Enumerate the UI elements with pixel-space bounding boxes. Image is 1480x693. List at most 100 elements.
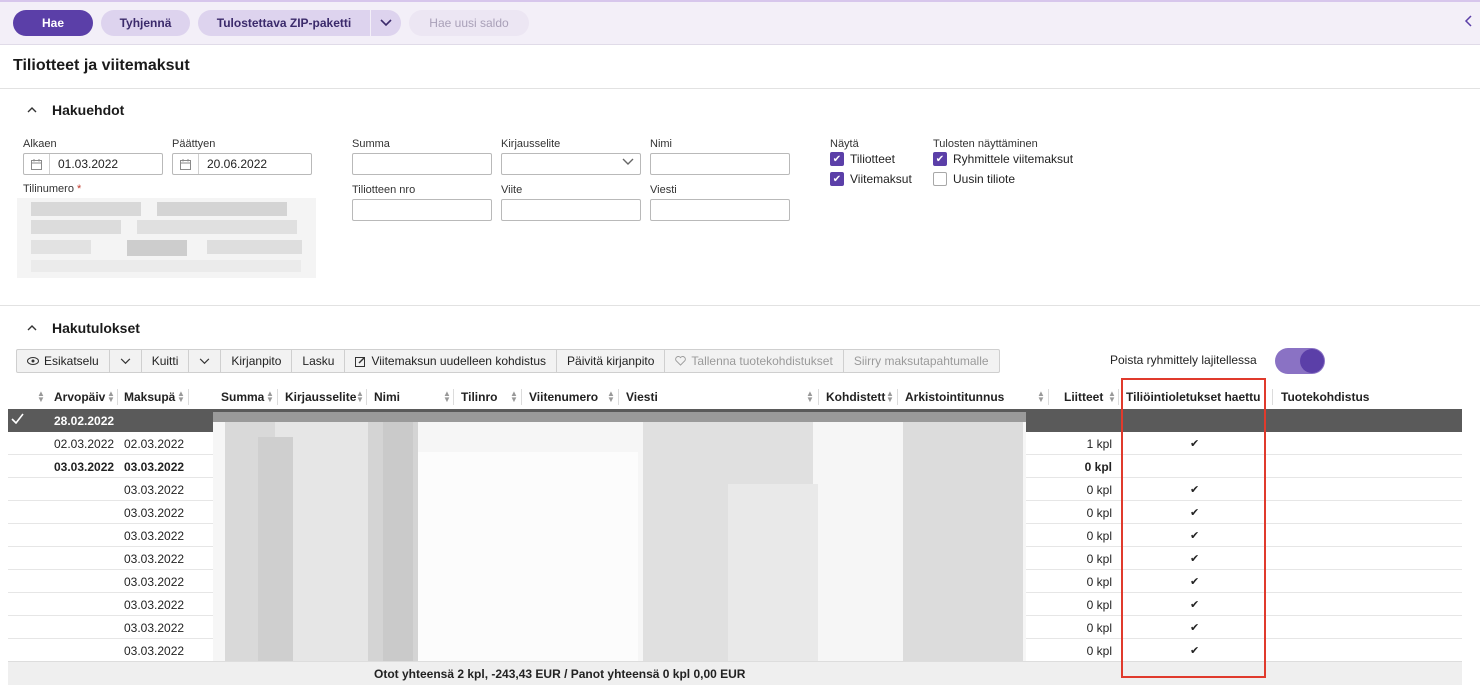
show-refpayments-checkbox[interactable]: ✔ Viitemaksut xyxy=(830,172,912,186)
col-attachments[interactable]: Liitteet xyxy=(1064,386,1103,408)
receipt-menu-button[interactable] xyxy=(189,350,222,372)
checkbox-unchecked-icon[interactable] xyxy=(933,172,947,186)
col-account[interactable]: Tilinro xyxy=(461,386,497,408)
update-bookkeeping-button[interactable]: Päivitä kirjanpito xyxy=(557,350,666,372)
attachments-cell[interactable]: 0 kpl xyxy=(1048,455,1112,478)
checkbox-checked-icon[interactable]: ✔ xyxy=(933,152,947,166)
col-message[interactable]: Viesti xyxy=(626,386,658,408)
check-icon[interactable] xyxy=(11,413,24,427)
zip-package-button[interactable]: Tulostettava ZIP-paketti xyxy=(198,10,370,36)
sort-icon[interactable]: ▲ ▼ xyxy=(1108,390,1116,404)
sort-icon[interactable]: ▲ ▼ xyxy=(1037,390,1045,404)
start-date-value: 01.03.2022 xyxy=(58,157,119,171)
column-separator[interactable] xyxy=(618,389,619,405)
zip-menu-button[interactable] xyxy=(371,10,401,36)
checkbox-checked-icon[interactable]: ✔ xyxy=(830,172,844,186)
bookkeeping-button[interactable]: Kirjanpito xyxy=(221,350,293,372)
start-date-field[interactable]: 01.03.2022 xyxy=(23,153,163,175)
column-separator[interactable] xyxy=(453,389,454,405)
show-label: Näytä xyxy=(830,138,859,150)
payment-date-cell: 03.03.2022 xyxy=(124,643,185,658)
eye-icon xyxy=(27,357,39,365)
chevron-down-icon xyxy=(200,357,210,364)
column-separator[interactable] xyxy=(277,389,278,405)
col-archive-id[interactable]: Arkistointitunnus xyxy=(905,386,1004,408)
column-separator[interactable] xyxy=(1272,389,1273,405)
reallocate-button[interactable]: Viitemaksun uudelleen kohdistus xyxy=(345,350,558,372)
entry-select[interactable] xyxy=(501,153,641,175)
sort-icon[interactable]: ▲ ▼ xyxy=(510,390,518,404)
end-date-field[interactable]: 20.06.2022 xyxy=(172,153,312,175)
collapse-panel-icon[interactable] xyxy=(1464,14,1472,30)
show-statements-checkbox[interactable]: ✔ Tiliotteet xyxy=(830,152,895,166)
col-product-allocation[interactable]: Tuotekohdistus xyxy=(1281,386,1369,408)
col-sum[interactable]: Summa xyxy=(221,386,264,408)
group-refpayments-checkbox[interactable]: ✔ Ryhmittele viitemaksut xyxy=(933,152,1073,166)
go-to-event-button[interactable]: Siirry maksutapahtumalle xyxy=(844,350,999,372)
attachments-cell[interactable]: 0 kpl xyxy=(1048,547,1112,570)
redacted-content xyxy=(213,412,1026,661)
checkbox-checked-icon[interactable]: ✔ xyxy=(830,152,844,166)
results-display-label: Tulosten näyttäminen xyxy=(933,138,1038,150)
sort-icon[interactable]: ▲ ▼ xyxy=(37,390,45,404)
column-separator[interactable] xyxy=(366,389,367,405)
preview-menu-button[interactable] xyxy=(110,350,142,372)
name-label: Nimi xyxy=(650,138,672,150)
column-separator[interactable] xyxy=(521,389,522,405)
sort-icon[interactable]: ▲ ▼ xyxy=(266,390,274,404)
col-fetched[interactable]: Tiliöintioletukset haettu xyxy=(1126,386,1260,408)
chevron-up-icon[interactable] xyxy=(24,320,40,336)
criteria-section-header[interactable]: Hakuehdot xyxy=(24,102,124,118)
page-title: Tiliotteet ja viitemaksut xyxy=(13,57,190,74)
new-balance-button[interactable]: Hae uusi saldo xyxy=(409,10,529,36)
ungroup-toggle[interactable] xyxy=(1275,348,1325,374)
attachments-cell[interactable]: 0 kpl xyxy=(1048,593,1112,616)
name-input[interactable] xyxy=(650,153,790,175)
col-name[interactable]: Nimi xyxy=(374,386,400,408)
sum-input[interactable] xyxy=(352,153,492,175)
sort-icon[interactable]: ▲ ▼ xyxy=(107,390,115,404)
attachments-cell[interactable]: 0 kpl xyxy=(1048,639,1112,662)
sort-icon[interactable]: ▲ ▼ xyxy=(443,390,451,404)
calendar-icon[interactable] xyxy=(24,154,50,174)
reference-input[interactable] xyxy=(501,199,641,221)
column-separator[interactable] xyxy=(188,389,189,405)
sort-icon[interactable]: ▲ ▼ xyxy=(806,390,814,404)
attachments-cell[interactable]: 0 kpl xyxy=(1048,616,1112,639)
payment-date-cell: 03.03.2022 xyxy=(124,459,185,474)
attachments-cell[interactable]: 0 kpl xyxy=(1048,478,1112,501)
col-payment-date[interactable]: Maksupä xyxy=(124,386,175,408)
column-separator[interactable] xyxy=(818,389,819,405)
col-allocated[interactable]: Kohdistett xyxy=(826,386,885,408)
sort-icon[interactable]: ▲ ▼ xyxy=(356,390,364,404)
statement-number-input[interactable] xyxy=(352,199,492,221)
attachments-cell[interactable]: 0 kpl xyxy=(1048,524,1112,547)
save-allocations-button[interactable]: Tallenna tuotekohdistukset xyxy=(665,350,844,372)
sort-icon[interactable]: ▲ ▼ xyxy=(177,390,185,404)
sort-icon[interactable]: ▲ ▼ xyxy=(886,390,894,404)
preview-button[interactable]: Esikatselu xyxy=(17,350,110,372)
calendar-icon[interactable] xyxy=(173,154,199,174)
attachments-cell[interactable]: 0 kpl xyxy=(1048,570,1112,593)
message-input[interactable] xyxy=(650,199,790,221)
clear-button[interactable]: Tyhjennä xyxy=(101,10,190,36)
sort-icon[interactable]: ▲ ▼ xyxy=(607,390,615,404)
attachments-cell[interactable]: 0 kpl xyxy=(1048,501,1112,524)
col-value-date[interactable]: Arvopäiv xyxy=(54,386,105,408)
heart-icon xyxy=(675,356,687,366)
column-separator[interactable] xyxy=(117,389,118,405)
receipt-button[interactable]: Kuitti xyxy=(142,350,190,372)
col-entry[interactable]: Kirjausselite xyxy=(285,386,356,408)
attachments-cell[interactable]: 1 kpl xyxy=(1048,432,1112,455)
payment-date-cell: 03.03.2022 xyxy=(124,505,185,520)
col-reference[interactable]: Viitenumero xyxy=(529,386,598,408)
column-separator[interactable] xyxy=(1048,389,1049,405)
check-icon: ✔ xyxy=(1190,507,1200,519)
column-separator[interactable] xyxy=(897,389,898,405)
latest-statement-checkbox[interactable]: Uusin tiliote xyxy=(933,172,1015,186)
invoice-button[interactable]: Lasku xyxy=(292,350,346,372)
column-separator[interactable] xyxy=(1118,389,1119,405)
chevron-up-icon[interactable] xyxy=(24,102,40,118)
search-button[interactable]: Hae xyxy=(13,10,93,36)
results-section-header[interactable]: Hakutulokset xyxy=(24,320,140,336)
